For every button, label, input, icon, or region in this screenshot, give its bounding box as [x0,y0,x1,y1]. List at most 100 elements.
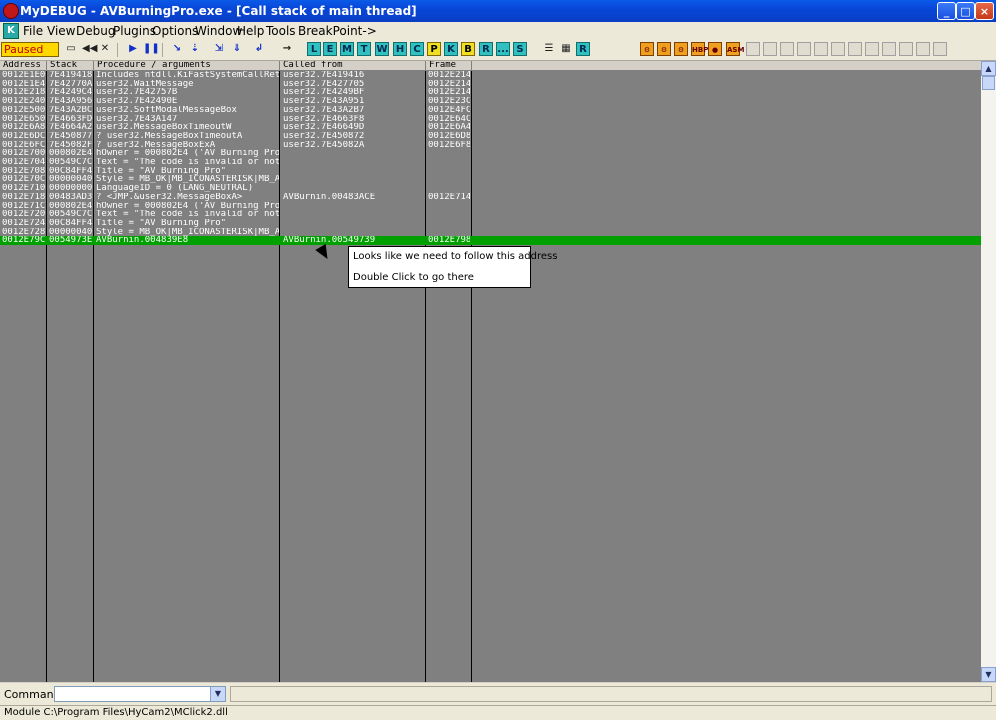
cell-stack: 7E4663FD [49,114,93,124]
table-row[interactable]: 0012E718 00483AD3? <JMP.&user32.MessageBo… [0,193,981,202]
cell-stack: 7E419418 [49,71,93,80]
call-stack-table[interactable]: Address Stack Procedure / arguments Call… [0,61,981,682]
vertical-scrollbar[interactable]: ▲ ▼ [981,61,996,682]
restart-icon[interactable]: ◀◀ [82,42,97,56]
record-icon[interactable]: ● [708,42,722,56]
step-over-icon[interactable]: ⇣ [188,42,202,56]
header-procedure[interactable]: Procedure / arguments [94,61,280,70]
step-into-icon[interactable]: ↘ [170,42,184,56]
scroll-down-arrow-icon[interactable]: ▼ [981,667,996,682]
blank-tool-2-icon[interactable] [763,42,777,56]
table-row[interactable]: 0012E704 00549C7C0 Text = "The code is in… [0,158,981,167]
grid-view-icon[interactable]: ▦ [559,42,573,56]
cell-stack: 000802E4 [49,201,93,211]
cell-procedure: user32.7E43A147 [96,114,178,124]
menu-debug[interactable]: Debug [76,24,115,38]
call-stack-icon[interactable]: K [444,42,458,56]
menu-plugins[interactable]: Plugins [113,24,156,38]
chevron-down-icon[interactable]: ▼ [210,687,225,701]
k-app-icon[interactable]: K [3,23,19,39]
references-icon[interactable]: R [479,42,493,56]
blank-tool-10-icon[interactable] [899,42,913,56]
cpu-icon[interactable]: C [410,42,424,56]
menu-file[interactable]: File [23,24,43,38]
table-row[interactable]: 0012E720 00549C7C0 Text = "The code is in… [0,210,981,219]
header-frame[interactable]: Frame [426,61,472,70]
table-row[interactable]: 0012E71C 000802E4 hOwner = 000802E4 ('AV … [0,202,981,211]
scroll-thumb[interactable] [982,76,995,90]
list-view-icon[interactable]: ☰ [542,42,556,56]
table-row[interactable]: 0012E724 00C84FF4 Title = "AV Burning Pro… [0,219,981,228]
registers-icon[interactable]: R [576,42,590,56]
menu-window[interactable]: Window [195,24,242,38]
patches-icon[interactable]: P [427,42,441,56]
table-row[interactable]: 0012E500 7E43A2BC user32.SoftModalMessageB… [0,106,981,115]
plugin-tool-3-icon[interactable]: ⚙ [674,42,688,56]
execute-till-return-icon[interactable]: ↲ [252,42,266,56]
table-row[interactable]: 0012E240 7E43A956 user32.7E42490E user32.7E… [0,97,981,106]
table-row[interactable]: 0012E728 00000040 Style = MB_OK|MB_ICONAS… [0,228,981,237]
minimize-button[interactable]: _ [937,2,956,20]
table-row[interactable]: 0012E6DC 7E450877? user32.MessageBoxTimeo… [0,132,981,141]
trace-into-icon[interactable]: ⇲ [212,42,226,56]
blank-tool-8-icon[interactable] [865,42,879,56]
blank-tool-11-icon[interactable] [916,42,930,56]
handles-icon[interactable]: H [393,42,407,56]
plugin-tool-1-icon[interactable]: ⚙ [640,42,654,56]
plugin-tool-2-icon[interactable]: ⚙ [657,42,671,56]
blank-tool-6-icon[interactable] [831,42,845,56]
close-button[interactable]: × [975,2,994,20]
blank-tool-4-icon[interactable] [797,42,811,56]
blank-tool-1-icon[interactable] [746,42,760,56]
table-row[interactable]: 0012E700 000802E4 hOwner = 000802E4 ('AV … [0,149,981,158]
go-to-icon[interactable]: → [280,42,294,56]
blank-tool-9-icon[interactable] [882,42,896,56]
header-stack[interactable]: Stack [47,61,94,70]
menu-breakpoint[interactable]: BreakPoint-> [298,24,377,38]
close-program-icon[interactable]: ✕ [98,42,112,56]
run-trace-icon[interactable]: ... [496,42,510,56]
cell-address: 0012E218 [2,88,46,98]
pause-icon[interactable]: ❚❚ [143,42,160,56]
command-input[interactable]: ▼ [54,686,226,702]
menu-options[interactable]: Options [152,24,198,38]
blank-tool-12-icon[interactable] [933,42,947,56]
menu-help[interactable]: Help [237,24,264,38]
table-row[interactable]: 0012E650 7E4663FD user32.7E43A147 user32.7E… [0,115,981,124]
run-icon[interactable]: ▶ [126,42,140,56]
open-icon[interactable]: ▭ [64,42,78,56]
memory-map-icon[interactable]: M [340,42,354,56]
blank-tool-5-icon[interactable] [814,42,828,56]
header-called-from[interactable]: Called from [280,61,426,70]
blank-tool-3-icon[interactable] [780,42,794,56]
menu-tools[interactable]: Tools [266,24,296,38]
cell-procedure: Title = "AV Burning Pro" [96,218,227,228]
table-row[interactable]: 0012E1E4 7E42770A user32.WaitMessage user32… [0,80,981,89]
cell-frame: 0012E23C [428,97,470,106]
table-row[interactable]: 0012E708 00C84FF4 Title = "AV Burning Pro… [0,167,981,176]
table-row[interactable]: 0012E710 00000000 LanguageID = 0 (LANG_NE… [0,184,981,193]
executable-modules-icon[interactable]: E [323,42,337,56]
table-row[interactable]: 0012E218 7E4249C4 user32.7E42757B user32.7E… [0,88,981,97]
table-row[interactable]: 0012E6FC 7E45082F? user32.MessageBoxExA us… [0,141,981,150]
cell-procedure: user32.7E42757B [96,88,178,98]
table-row[interactable]: 0012E1E0 7E419418 Includes ntdll.KiFastSys… [0,71,981,80]
table-row[interactable]: 0012E6A8 7E4664A2 user32.MessageBoxTimeout… [0,123,981,132]
trace-over-icon[interactable]: ⇓ [230,42,244,56]
threads-icon[interactable]: T [357,42,371,56]
table-row[interactable]: 0012E70C 00000040 Style = MB_OK|MB_ICONAS… [0,175,981,184]
cell-called-from [283,219,424,228]
asm-icon[interactable]: ASM [726,42,744,56]
window-title: MyDEBUG - AVBurningPro.exe - [Call stack… [20,4,417,18]
table-row-selected[interactable]: 0012E79C 0054973E AVBurnin.004839E8 AVBurn… [0,236,981,245]
menu-view[interactable]: View [47,24,75,38]
maximize-button[interactable]: □ [956,2,975,20]
scroll-up-arrow-icon[interactable]: ▲ [981,61,996,76]
source-icon[interactable]: S [513,42,527,56]
log-window-icon[interactable]: L [307,42,321,56]
blank-tool-7-icon[interactable] [848,42,862,56]
hbp-icon[interactable]: HBP [691,42,708,56]
header-address[interactable]: Address [0,61,47,70]
windows-icon[interactable]: W [375,42,389,56]
breakpoints-icon[interactable]: B [461,42,475,56]
